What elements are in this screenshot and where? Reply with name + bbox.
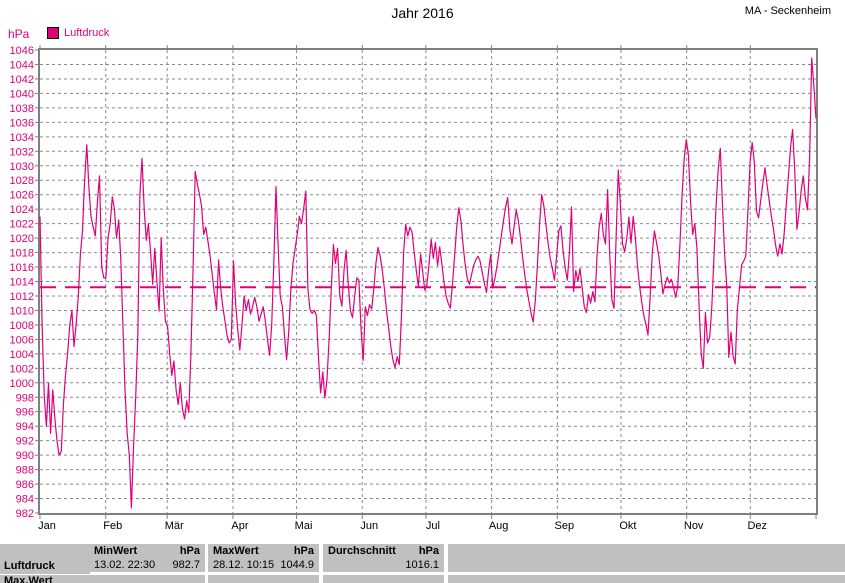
max-value: 1044.9 — [280, 559, 314, 571]
x-axis-month-label: Mai — [295, 520, 313, 532]
y-axis-label: 1032 — [10, 146, 34, 158]
min-header: MinWert — [94, 545, 137, 557]
x-axis-month-label: Nov — [684, 520, 704, 532]
avg-header: Durchschnitt — [328, 545, 396, 557]
avg-value: 1016.1 — [405, 559, 439, 571]
y-axis-label: 1046 — [10, 45, 34, 57]
y-axis-label: 1042 — [10, 74, 34, 86]
avg-unit: hPa — [419, 545, 439, 557]
x-axis-month-label: Okt — [619, 520, 636, 532]
x-axis-month-label: Jul — [426, 520, 440, 532]
y-axis-label: 1026 — [10, 190, 34, 202]
stats-next-row-cell — [323, 575, 444, 583]
max-unit: hPa — [294, 545, 314, 557]
x-axis-month-label: Aug — [489, 520, 509, 532]
y-axis-label: 984 — [16, 494, 34, 506]
y-axis-label: 1024 — [10, 204, 34, 216]
y-axis-label: 1018 — [10, 248, 34, 260]
stats-min-cell: MinWert hPa 13.02. 22:30 982.7 — [89, 544, 205, 572]
y-axis-label: 1020 — [10, 233, 34, 245]
y-axis-label: 996 — [16, 407, 34, 419]
y-axis-label: 1028 — [10, 175, 34, 187]
y-axis-label: 992 — [16, 436, 34, 448]
y-axis-label: 1014 — [10, 277, 34, 289]
y-axis-label: 1008 — [10, 320, 34, 332]
y-axis-label: 1012 — [10, 291, 34, 303]
y-axis-label: 1010 — [10, 305, 34, 317]
y-axis-label: 1016 — [10, 262, 34, 274]
y-axis-label: 1038 — [10, 103, 34, 115]
stats-next-row-cell — [448, 575, 845, 583]
pressure-chart[interactable]: 982 984 986 988 990 992 994 996 998 1000 1002 1004 1… — [0, 0, 845, 540]
y-axis-label: 1000 — [10, 378, 34, 390]
y-axis-label: 1030 — [10, 161, 34, 173]
min-unit: hPa — [180, 545, 200, 557]
x-axis-month-label: Apr — [231, 520, 248, 532]
x-axis-month-label: Dez — [747, 520, 767, 532]
stats-avg-cell: Durchschnitt hPa 1016.1 — [323, 544, 444, 572]
y-axis-label: 1034 — [10, 132, 34, 144]
x-axis-month-label: Jan — [38, 520, 56, 532]
y-axis-label: 998 — [16, 392, 34, 404]
y-axis-label: 1044 — [10, 59, 34, 71]
y-axis-label: 982 — [16, 508, 34, 520]
y-axis-label: 988 — [16, 465, 34, 477]
max-header: MaxWert — [213, 545, 259, 557]
x-axis-month-label: Feb — [103, 520, 122, 532]
y-axis-label: 1006 — [10, 334, 34, 346]
y-axis-label: 1022 — [10, 219, 34, 231]
max-datetime: 28.12. 10:15 — [213, 559, 274, 571]
y-axis-label: 1004 — [10, 349, 34, 361]
min-value: 982.7 — [172, 559, 200, 571]
stats-next-row-label: Max.Wert — [0, 575, 90, 583]
y-axis-label: 1036 — [10, 117, 34, 129]
y-axis-label: 1002 — [10, 363, 34, 375]
x-axis-month-label: Sep — [555, 520, 575, 532]
y-axis-label: 990 — [16, 450, 34, 462]
stats-row-label: Luftdruck — [0, 544, 90, 574]
y-axis-label: 986 — [16, 479, 34, 491]
stats-empty-cell — [448, 544, 845, 572]
min-datetime: 13.02. 22:30 — [94, 559, 155, 571]
stats-next-row-cell — [208, 575, 319, 583]
y-axis-label: 1040 — [10, 88, 34, 100]
x-axis-month-label: Mär — [165, 520, 184, 532]
stats-next-row-cell — [89, 575, 205, 583]
x-axis-month-label: Jun — [360, 520, 378, 532]
y-axis-label: 994 — [16, 421, 34, 433]
stats-max-cell: MaxWert hPa 28.12. 10:15 1044.9 — [208, 544, 319, 572]
